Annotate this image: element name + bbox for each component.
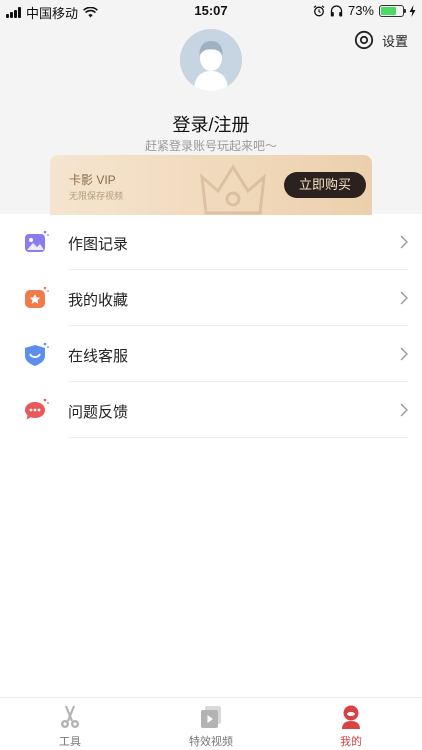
- feedback-chat-icon: [25, 398, 49, 420]
- menu-list: 作图记录 我的收藏 在线客服 问题反馈: [0, 214, 422, 438]
- alarm-icon: [313, 4, 325, 16]
- profile-icon: [342, 705, 360, 729]
- vip-description: 无限保存视频: [69, 191, 124, 201]
- menu-item-favorites[interactable]: 我的收藏: [0, 270, 422, 326]
- login-subtitle: 赶紧登录账号玩起来吧～: [144, 139, 277, 153]
- settings-target-icon: [354, 30, 374, 50]
- scissors-icon: [61, 705, 79, 728]
- crown-watermark-icon: [200, 164, 266, 215]
- chevron-right-icon: [400, 403, 408, 417]
- tab-label: 我的: [340, 736, 362, 748]
- menu-label: 问题反馈: [68, 404, 129, 421]
- favorite-star-icon: [25, 286, 49, 308]
- buy-now-button[interactable]: 立即购买: [284, 172, 366, 198]
- image-record-icon: [25, 230, 49, 252]
- menu-label: 作图记录: [68, 236, 129, 253]
- tab-tools[interactable]: 工具: [20, 704, 120, 749]
- menu-item-image-records[interactable]: 作图记录: [0, 214, 422, 270]
- chevron-right-icon: [400, 291, 408, 305]
- battery-percent: 73%: [347, 3, 374, 18]
- chevron-right-icon: [400, 235, 408, 249]
- customer-service-icon: [25, 342, 49, 366]
- settings-button[interactable]: 设置: [354, 30, 408, 50]
- video-play-icon: [201, 706, 221, 728]
- headphones-icon: [330, 4, 343, 16]
- tab-bar: 工具 特效视频 我的: [0, 697, 422, 750]
- menu-label: 我的收藏: [68, 292, 129, 309]
- settings-label: 设置: [381, 33, 408, 49]
- menu-label: 在线客服: [68, 348, 129, 365]
- tab-label: 工具: [59, 736, 81, 748]
- charging-icon: [409, 4, 416, 17]
- vip-card: 卡影 VIP 无限保存视频 立即购买: [50, 155, 372, 215]
- menu-item-customer-service[interactable]: 在线客服: [0, 326, 422, 382]
- status-bar: 中国移动 15:07 73%: [0, 0, 422, 22]
- vip-title: 卡影 VIP: [69, 173, 116, 187]
- chevron-right-icon: [400, 347, 408, 361]
- tab-mine[interactable]: 我的: [301, 704, 401, 749]
- menu-item-feedback[interactable]: 问题反馈: [0, 382, 422, 438]
- default-avatar-icon: [180, 29, 242, 91]
- tab-label: 特效视频: [189, 736, 233, 748]
- battery-icon: [379, 4, 406, 17]
- avatar[interactable]: [180, 29, 242, 91]
- tab-effect-videos[interactable]: 特效视频: [161, 704, 261, 749]
- login-register-link[interactable]: 登录/注册: [0, 111, 422, 137]
- divider: [68, 437, 408, 438]
